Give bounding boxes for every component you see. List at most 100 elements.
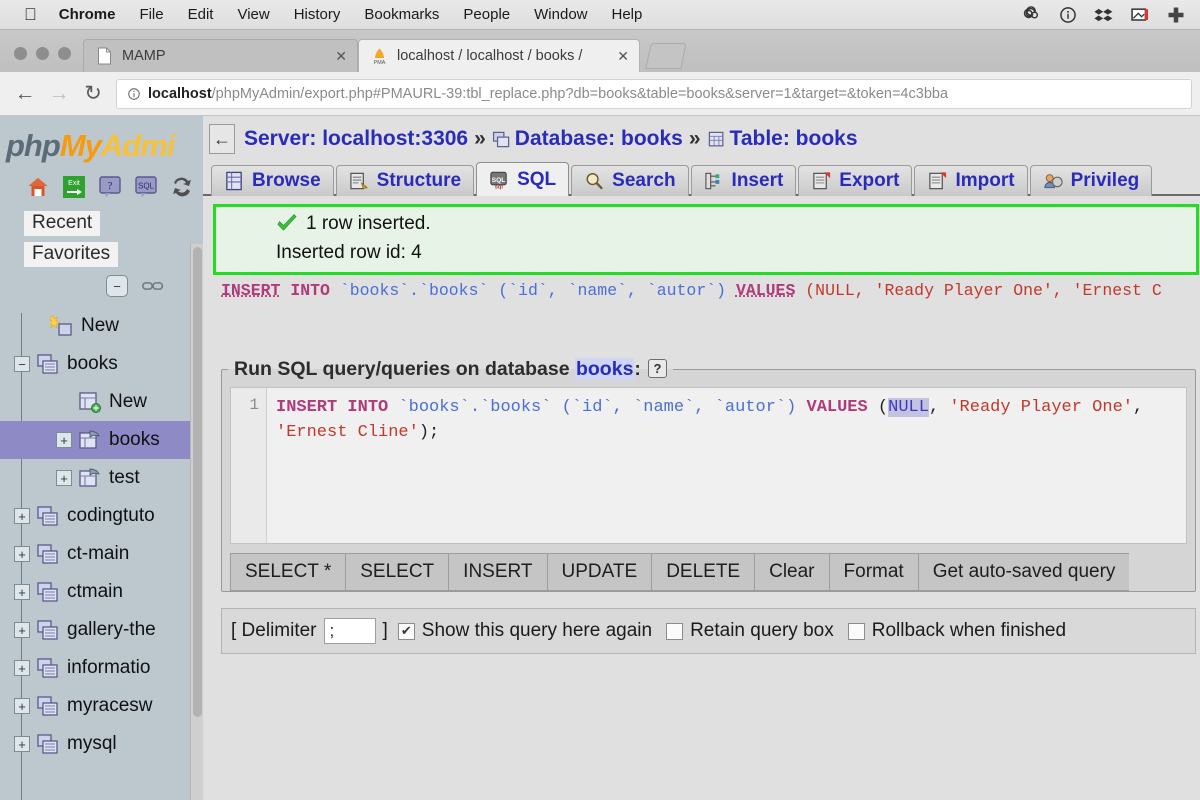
reload-icon[interactable]: ↻ (76, 77, 110, 111)
tree-item-information-schema[interactable]: + informatio (0, 649, 203, 687)
tree-item-books-table[interactable]: + books (0, 421, 203, 459)
tab-browse[interactable]: Browse (211, 165, 334, 196)
close-window-button[interactable] (14, 47, 27, 60)
info-circle-icon[interactable] (1058, 5, 1078, 25)
address-bar[interactable]: localhost/phpMyAdmin/export.php#PMAURL-3… (116, 78, 1192, 109)
query-part-values: VALUES (806, 398, 868, 418)
query-selected-null[interactable]: NULL (888, 398, 929, 418)
sql-query-input[interactable]: INSERT INTO `books`.`books` (`id`, `name… (267, 388, 1186, 543)
home-icon[interactable] (26, 175, 50, 199)
insert-button[interactable]: INSERT (448, 553, 547, 592)
sidebar-scrollbar-thumb[interactable] (193, 247, 202, 717)
retain-query-checkbox[interactable] (666, 622, 684, 640)
tree-item-books-database[interactable]: − books (0, 345, 203, 383)
menu-item-history[interactable]: History (294, 6, 341, 23)
tree-item-new-database[interactable]: New (0, 307, 203, 345)
tree-toggle-plus[interactable]: + (56, 432, 72, 448)
sidebar-scrollbar[interactable] (190, 244, 203, 800)
breadcrumb-table[interactable]: Table: books (730, 127, 858, 151)
address-bar-path: /phpMyAdmin/export.php#PMAURL-39:tbl_rep… (211, 85, 949, 102)
chain-link-icon[interactable] (142, 279, 164, 293)
clear-button[interactable]: Clear (754, 553, 829, 592)
apple-logo-icon[interactable]:  (24, 6, 37, 23)
query-value-title: 'Ready Player One' (949, 398, 1133, 418)
tab-import[interactable]: Import (914, 165, 1028, 196)
tab-structure[interactable]: Structure (335, 165, 475, 196)
retain-query-label[interactable]: Retain query box (690, 620, 834, 642)
breadcrumb: ← Server: localhost:3306 » Database: boo… (203, 116, 1200, 160)
sidebar-recent-chip[interactable]: Recent (24, 211, 101, 236)
tab-privileges[interactable]: Privileg (1029, 165, 1153, 196)
collapse-all-icon[interactable]: − (106, 275, 128, 297)
exit-icon[interactable]: Exit (62, 175, 86, 199)
plus-icon[interactable] (1166, 5, 1186, 25)
minimize-window-button[interactable] (36, 47, 49, 60)
tree-item-myraceswim[interactable]: + myracesw (0, 687, 203, 725)
show-query-checkbox[interactable]: ✔ (397, 622, 415, 640)
creative-cloud-icon[interactable] (1022, 5, 1042, 25)
sql-keyword-insert: INSERT (221, 281, 281, 300)
tab-insert[interactable]: Insert (690, 165, 797, 196)
tree-toggle-plus[interactable]: + (14, 546, 30, 562)
dropbox-icon[interactable] (1094, 5, 1114, 25)
format-button[interactable]: Format (828, 553, 918, 592)
run-sql-legend-db[interactable]: books (574, 358, 635, 381)
forward-arrow-icon[interactable]: → (42, 77, 76, 111)
close-icon[interactable]: ✕ (617, 48, 629, 65)
breadcrumb-back-button[interactable]: ← (209, 124, 235, 154)
tree-toggle-minus[interactable]: − (14, 356, 30, 372)
tab-export[interactable]: Export (798, 165, 913, 196)
tab-sql[interactable]: SQL sql SQL (476, 162, 570, 196)
update-button[interactable]: UPDATE (546, 553, 652, 592)
question-mark-icon[interactable]: ? (647, 359, 667, 379)
tree-toggle-plus[interactable]: + (14, 622, 30, 638)
select-button[interactable]: SELECT (345, 553, 449, 592)
show-query-label[interactable]: Show this query here again (422, 620, 652, 642)
tree-item-codingtuto[interactable]: + codingtuto (0, 497, 203, 535)
tree-item-gallery-theme[interactable]: + gallery-the (0, 611, 203, 649)
phpmyadmin-logo[interactable]: phpMyAdmi (0, 116, 203, 167)
tree-toggle-plus[interactable]: + (56, 470, 72, 486)
close-icon[interactable]: ✕ (335, 48, 347, 65)
tree-toggle-plus[interactable]: + (14, 736, 30, 752)
tree-item-ctmain[interactable]: + ctmain (0, 573, 203, 611)
back-arrow-icon[interactable]: ← (8, 77, 42, 111)
menu-item-window[interactable]: Window (534, 6, 587, 23)
select-star-button[interactable]: SELECT * (230, 553, 346, 592)
insert-icon (704, 172, 719, 190)
get-auto-saved-query-button[interactable]: Get auto-saved query (917, 553, 1130, 592)
menu-item-view[interactable]: View (237, 6, 269, 23)
menu-item-bookmarks[interactable]: Bookmarks (364, 6, 439, 23)
breadcrumb-database[interactable]: Database: books (515, 127, 683, 151)
tree-item-new-table[interactable]: New (0, 383, 203, 421)
new-tab-button[interactable] (645, 43, 687, 69)
tab-search[interactable]: Search (571, 165, 689, 196)
menu-item-file[interactable]: File (139, 6, 163, 23)
phpmyadmin-tabbar: Browse Structure SQL sql SQL Search Inse… (203, 160, 1200, 196)
sql-editor[interactable]: 1 INSERT INTO `books`.`books` (`id`, `na… (230, 387, 1187, 545)
menu-item-help[interactable]: Help (612, 6, 643, 23)
menu-item-people[interactable]: People (463, 6, 510, 23)
browser-tab-mamp[interactable]: MAMP ✕ (83, 39, 358, 72)
menu-item-chrome[interactable]: Chrome (59, 6, 116, 23)
delimiter-input[interactable]: ; (323, 618, 376, 645)
help-icon[interactable]: ? (98, 175, 122, 199)
delete-button[interactable]: DELETE (651, 553, 755, 592)
rollback-checkbox[interactable] (847, 622, 865, 640)
tree-toggle-plus[interactable]: + (14, 508, 30, 524)
reload-icon[interactable] (170, 175, 194, 199)
breadcrumb-server[interactable]: Server: localhost:3306 (244, 127, 468, 151)
sql-docs-icon[interactable]: SQL (134, 175, 158, 199)
browser-tab-phpmyadmin[interactable]: PMA localhost / localhost / books / ✕ (358, 39, 640, 72)
screenshot-tool-icon[interactable] (1130, 5, 1150, 25)
tree-toggle-plus[interactable]: + (14, 660, 30, 676)
tree-toggle-plus[interactable]: + (14, 584, 30, 600)
tree-item-test-table[interactable]: + test (0, 459, 203, 497)
sidebar-favorites-chip[interactable]: Favorites (24, 242, 119, 267)
menu-item-edit[interactable]: Edit (188, 6, 214, 23)
tree-item-mysql[interactable]: + mysql (0, 725, 203, 763)
rollback-label[interactable]: Rollback when finished (872, 620, 1066, 642)
maximize-window-button[interactable] (58, 47, 71, 60)
tree-toggle-plus[interactable]: + (14, 698, 30, 714)
tree-item-ct-main[interactable]: + ct-main (0, 535, 203, 573)
